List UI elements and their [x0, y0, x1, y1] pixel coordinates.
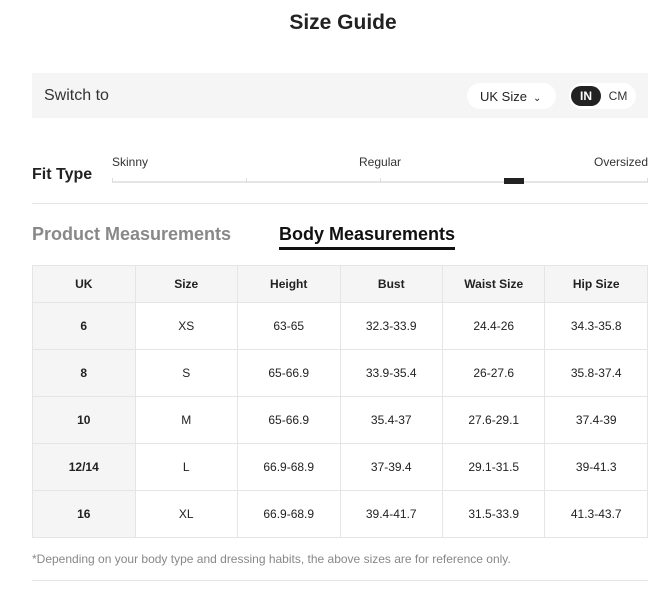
switch-label: Switch to: [44, 87, 109, 104]
header-hip: Hip Size: [544, 265, 648, 303]
table-cell: 29.1-31.5: [441, 443, 546, 491]
table-cell: 6: [32, 302, 136, 350]
chevron-down-icon: ⌄: [532, 93, 542, 104]
table-cell: 26-27.6: [441, 349, 546, 397]
page-title: Size Guide: [289, 11, 397, 34]
table-cell: S: [134, 349, 238, 397]
table-row: 6 XS 63-65 32.3-33.9 24.4-26 34.3-35.8: [32, 302, 648, 350]
size-system-dropdown[interactable]: UK Size ⌄: [467, 83, 556, 109]
table-cell: 41.3-43.7: [544, 490, 648, 538]
table-cell: 35.8-37.4: [544, 349, 648, 397]
tab-body-measurements[interactable]: Body Measurements: [279, 224, 456, 250]
table-cell: 37-39.4: [339, 443, 443, 491]
header-height: Height: [236, 265, 341, 303]
table-cell: 37.4-39: [544, 396, 648, 444]
table-cell: L: [134, 443, 238, 491]
tab-product-measurements[interactable]: Product Measurements: [32, 224, 231, 245]
table-cell: 34.3-35.8: [544, 302, 648, 350]
fit-option-oversized: Oversized: [594, 155, 649, 169]
fit-type-label: Fit Type: [32, 166, 93, 183]
table-cell: 35.4-37: [339, 396, 443, 444]
header-size: Size: [134, 265, 238, 303]
unit-cm-button[interactable]: CM: [603, 86, 633, 106]
table-cell: 32.3-33.9: [339, 302, 443, 350]
table-row: 8 S 65-66.9 33.9-35.4 26-27.6 35.8-37.4: [32, 349, 648, 397]
table-cell: 66.9-68.9: [236, 443, 341, 491]
table-cell: 66.9-68.9: [236, 490, 341, 538]
fit-scale: [112, 178, 648, 184]
size-table: UK Size Height Bust Waist Size Hip Size …: [32, 265, 648, 538]
header-uk: UK: [32, 265, 136, 303]
table-cell: 27.6-29.1: [441, 396, 546, 444]
table-cell: 33.9-35.4: [339, 349, 443, 397]
size-system-value: UK Size: [480, 89, 527, 104]
table-cell: 16: [32, 490, 136, 538]
table-cell: XL: [134, 490, 238, 538]
table-row: 16 XL 66.9-68.9 39.4-41.7 31.5-33.9 41.3-43.7: [32, 490, 648, 538]
table-cell: 65-66.9: [236, 349, 341, 397]
table-cell: 24.4-26: [441, 302, 546, 350]
divider: [32, 580, 648, 581]
header-waist: Waist Size: [441, 265, 546, 303]
table-cell: M: [134, 396, 238, 444]
fit-tick: [647, 178, 648, 183]
fit-tick: [380, 178, 381, 183]
divider: [32, 203, 648, 204]
unit-in-button[interactable]: IN: [571, 86, 601, 106]
fit-marker: [504, 178, 524, 184]
table-cell: 39.4-41.7: [339, 490, 443, 538]
unit-toggle: IN CM: [569, 83, 636, 109]
table-cell: 31.5-33.9: [441, 490, 546, 538]
header-bust: Bust: [339, 265, 443, 303]
table-cell: 12/14: [32, 443, 136, 491]
table-row: 10 M 65-66.9 35.4-37 27.6-29.1 37.4-39: [32, 396, 648, 444]
fit-option-skinny: Skinny: [112, 155, 149, 169]
table-cell: 39-41.3: [544, 443, 648, 491]
fit-option-regular: Regular: [359, 155, 402, 169]
fit-tick: [112, 178, 113, 183]
table-row: 12/14 L 66.9-68.9 37-39.4 29.1-31.5 39-41.3: [32, 443, 648, 491]
table-cell: 10: [32, 396, 136, 444]
table-cell: XS: [134, 302, 238, 350]
table-header-row: UK Size Height Bust Waist Size Hip Size: [32, 265, 648, 303]
footnote: *Depending on your body type and dressin…: [32, 552, 511, 566]
table-cell: 63-65: [236, 302, 341, 350]
table-cell: 65-66.9: [236, 396, 341, 444]
switch-bar: Switch to UK Size ⌄ IN CM: [32, 73, 648, 118]
fit-tick: [246, 178, 247, 183]
table-cell: 8: [32, 349, 136, 397]
